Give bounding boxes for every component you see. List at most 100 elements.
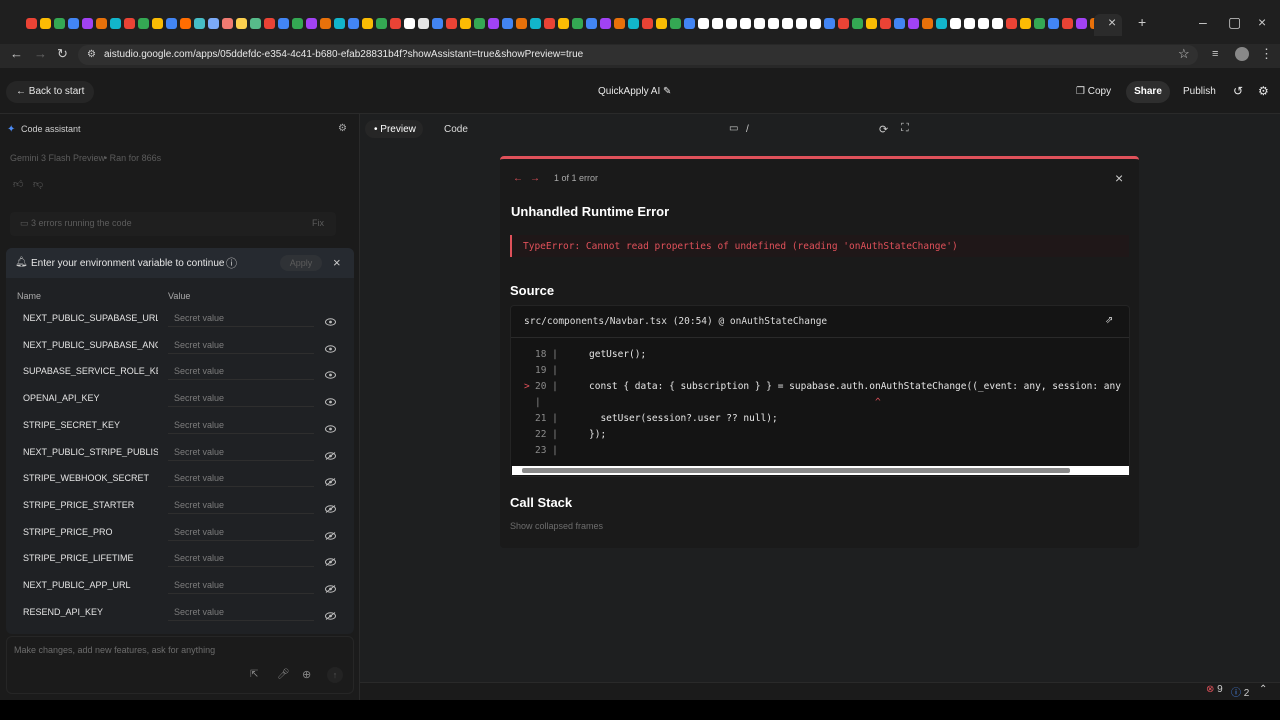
tab-favicon[interactable]: [670, 18, 681, 29]
edit-pencil-icon[interactable]: ✎: [663, 86, 671, 97]
expand-status-icon[interactable]: ⌃: [1259, 684, 1267, 695]
thumbs-up-icon[interactable]: 👍︎: [13, 178, 23, 190]
error-count[interactable]: ⊗ 9: [1206, 684, 1223, 695]
tab-favicon[interactable]: [404, 18, 415, 29]
fix-button[interactable]: Fix: [312, 218, 324, 228]
media-icon[interactable]: ≡: [1212, 48, 1218, 60]
tab-favicon[interactable]: [922, 18, 933, 29]
env-var-value-input[interactable]: Secret value: [168, 416, 314, 434]
env-var-value-input[interactable]: Secret value: [168, 576, 314, 594]
tab-favicon[interactable]: [516, 18, 527, 29]
tab-favicon[interactable]: [544, 18, 555, 29]
open-external-icon[interactable]: ⇗: [1105, 315, 1113, 326]
tab-favicon[interactable]: [782, 18, 793, 29]
tab-favicon[interactable]: [978, 18, 989, 29]
tab-favicon[interactable]: [432, 18, 443, 29]
env-var-value-input[interactable]: Secret value: [168, 309, 314, 327]
route-path[interactable]: /: [746, 124, 749, 135]
url-text[interactable]: aistudio.google.com/apps/05ddefdc-e354-4…: [104, 49, 583, 60]
tab-favicon[interactable]: [208, 18, 219, 29]
publish-button[interactable]: Publish: [1183, 86, 1216, 97]
tab-favicon[interactable]: [642, 18, 653, 29]
tab-favicon[interactable]: [96, 18, 107, 29]
fullscreen-icon[interactable]: ⛶: [901, 122, 909, 135]
eye-icon[interactable]: [325, 368, 336, 379]
copy-button[interactable]: ❐ Copy: [1076, 86, 1111, 97]
eye-off-icon[interactable]: [325, 529, 336, 540]
device-icon[interactable]: ▭: [729, 123, 738, 134]
forward-arrow-icon[interactable]: →: [34, 46, 47, 61]
tab-favicon[interactable]: [278, 18, 289, 29]
tab-favicon[interactable]: [362, 18, 373, 29]
tab-favicon[interactable]: [992, 18, 1003, 29]
maximize-icon[interactable]: ▢: [1228, 14, 1241, 31]
tab-favicon[interactable]: [54, 18, 65, 29]
tab-code[interactable]: Code: [444, 124, 468, 135]
tab-favicon[interactable]: [838, 18, 849, 29]
close-window-icon[interactable]: ×: [1258, 14, 1266, 30]
tab-favicon[interactable]: [600, 18, 611, 29]
tab-favicon[interactable]: [572, 18, 583, 29]
back-to-start-button[interactable]: ← Back to start: [6, 81, 95, 103]
new-tab-icon[interactable]: +: [1138, 14, 1146, 30]
tab-favicon[interactable]: [1020, 18, 1031, 29]
reload-icon[interactable]: ↻: [57, 46, 68, 62]
scrollbar-thumb[interactable]: [522, 468, 1070, 473]
refresh-icon[interactable]: ⟳: [879, 123, 888, 136]
tab-favicon[interactable]: [852, 18, 863, 29]
mic-icon[interactable]: 🎤︎: [277, 669, 290, 680]
tab-favicon[interactable]: [250, 18, 261, 29]
tab-favicon[interactable]: [152, 18, 163, 29]
prompt-input[interactable]: Make changes, add new features, ask for …: [14, 645, 215, 655]
tab-favicon[interactable]: [712, 18, 723, 29]
env-var-value-input[interactable]: Secret value: [168, 336, 314, 354]
tab-favicon[interactable]: [726, 18, 737, 29]
tab-favicon[interactable]: [138, 18, 149, 29]
tab-favicon[interactable]: [558, 18, 569, 29]
tab-favicon[interactable]: [236, 18, 247, 29]
env-var-value-input[interactable]: Secret value: [168, 362, 314, 380]
prev-error-icon[interactable]: ←: [513, 173, 523, 184]
env-var-value-input[interactable]: Secret value: [168, 603, 314, 621]
env-var-value-input[interactable]: Secret value: [168, 443, 314, 461]
next-error-icon[interactable]: →: [530, 173, 540, 184]
tab-favicon[interactable]: [824, 18, 835, 29]
tab-favicon[interactable]: [474, 18, 485, 29]
collapsed-frames-link[interactable]: Show collapsed frames: [510, 521, 603, 531]
tab-favicon[interactable]: [614, 18, 625, 29]
profile-avatar[interactable]: [1235, 47, 1249, 61]
horizontal-scrollbar[interactable]: [512, 466, 1129, 475]
tab-favicon[interactable]: [1048, 18, 1059, 29]
eye-icon[interactable]: [325, 315, 336, 326]
eye-off-icon[interactable]: [325, 555, 336, 566]
send-icon[interactable]: ↑: [327, 667, 343, 683]
env-var-value-input[interactable]: Secret value: [168, 523, 314, 541]
back-arrow-icon[interactable]: ←: [10, 46, 23, 61]
tab-favicon[interactable]: [264, 18, 275, 29]
tab-favicon[interactable]: [502, 18, 513, 29]
env-var-value-input[interactable]: Secret value: [168, 469, 314, 487]
tab-favicon[interactable]: [68, 18, 79, 29]
tab-favicon[interactable]: [306, 18, 317, 29]
tab-favicon[interactable]: [950, 18, 961, 29]
tab-favicon[interactable]: [194, 18, 205, 29]
tab-favicon[interactable]: [1076, 18, 1087, 29]
tab-favicon[interactable]: [334, 18, 345, 29]
eye-off-icon[interactable]: [325, 609, 336, 620]
tab-preview[interactable]: • Preview: [374, 124, 416, 135]
minimize-icon[interactable]: –: [1199, 14, 1207, 30]
tab-favicon[interactable]: [1034, 18, 1045, 29]
tab-favicon[interactable]: [796, 18, 807, 29]
browser-menu-icon[interactable]: ⋮: [1260, 46, 1273, 62]
tab-favicon[interactable]: [460, 18, 471, 29]
tab-favicon[interactable]: [810, 18, 821, 29]
tab-favicon[interactable]: [446, 18, 457, 29]
tab-favicon[interactable]: [698, 18, 709, 29]
tab-favicon[interactable]: [586, 18, 597, 29]
env-var-value-input[interactable]: Secret value: [168, 549, 314, 567]
tab-favicon[interactable]: [768, 18, 779, 29]
tab-favicon[interactable]: [180, 18, 191, 29]
tab-favicon[interactable]: [894, 18, 905, 29]
eye-off-icon[interactable]: [325, 449, 336, 460]
tab-favicon[interactable]: [348, 18, 359, 29]
